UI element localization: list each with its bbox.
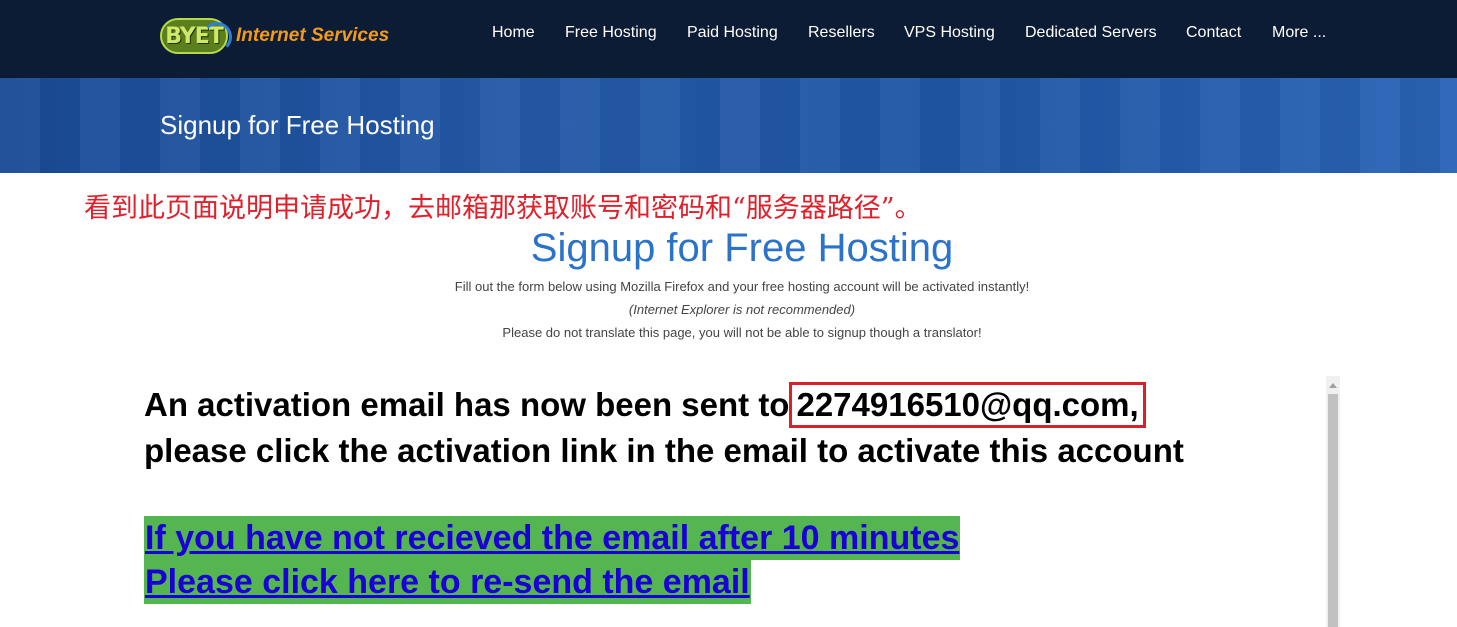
scroll-up-arrow-icon[interactable] — [1326, 378, 1340, 392]
nav-free-hosting[interactable]: Free Hosting — [565, 24, 657, 42]
logo-swoosh-icon — [202, 22, 232, 52]
form-note-firefox: Fill out the form below using Mozilla Fi… — [454, 279, 1030, 294]
frame-scrollbar[interactable] — [1326, 376, 1340, 627]
activation-comma: , — [1129, 386, 1139, 423]
scroll-thumb[interactable] — [1328, 394, 1338, 627]
nav-home[interactable]: Home — [492, 24, 535, 42]
signup-result-frame: An activation email has now been sent to… — [144, 376, 1340, 627]
nav-resellers[interactable]: Resellers — [808, 24, 875, 42]
site-logo[interactable]: BYET Internet Services — [160, 16, 389, 56]
form-title: Signup for Free Hosting — [530, 226, 954, 270]
activation-message: An activation email has now been sent to… — [144, 382, 1304, 473]
nav-paid-hosting[interactable]: Paid Hosting — [687, 24, 778, 42]
resend-line-1[interactable]: If you have not recieved the email after… — [144, 516, 961, 560]
activation-line2: please click the activation link in the … — [144, 432, 1184, 469]
red-annotation-text: 看到此页面说明申请成功，去邮箱那获取账号和密码和“服务器路径”。 — [84, 193, 922, 224]
activation-prefix: An activation email has now been sent to — [144, 386, 790, 423]
activation-email-highlight: 2274916510@qq.com, — [789, 382, 1146, 428]
nav-dedicated-servers[interactable]: Dedicated Servers — [1025, 24, 1157, 42]
logo-text: Internet Services — [236, 25, 390, 46]
nav-contact[interactable]: Contact — [1186, 24, 1241, 42]
resend-line-2[interactable]: Please click here to re-send the email — [144, 560, 751, 604]
activation-email: 2274916510@qq.com — [796, 386, 1130, 423]
form-note-translate: Please do not translate this page, you w… — [502, 325, 982, 340]
page-banner: Signup for Free Hosting — [0, 78, 1457, 173]
nav-more[interactable]: More ... — [1272, 24, 1326, 42]
nav-vps-hosting[interactable]: VPS Hosting — [904, 24, 995, 42]
banner-title: Signup for Free Hosting — [160, 110, 435, 140]
resend-email-link[interactable]: If you have not recieved the email after… — [144, 516, 961, 604]
logo-badge: BYET — [160, 18, 232, 54]
form-note-ie: (Internet Explorer is not recommended) — [628, 302, 856, 317]
top-navigation-bar: BYET Internet Services Home Free Hosting… — [0, 0, 1457, 78]
